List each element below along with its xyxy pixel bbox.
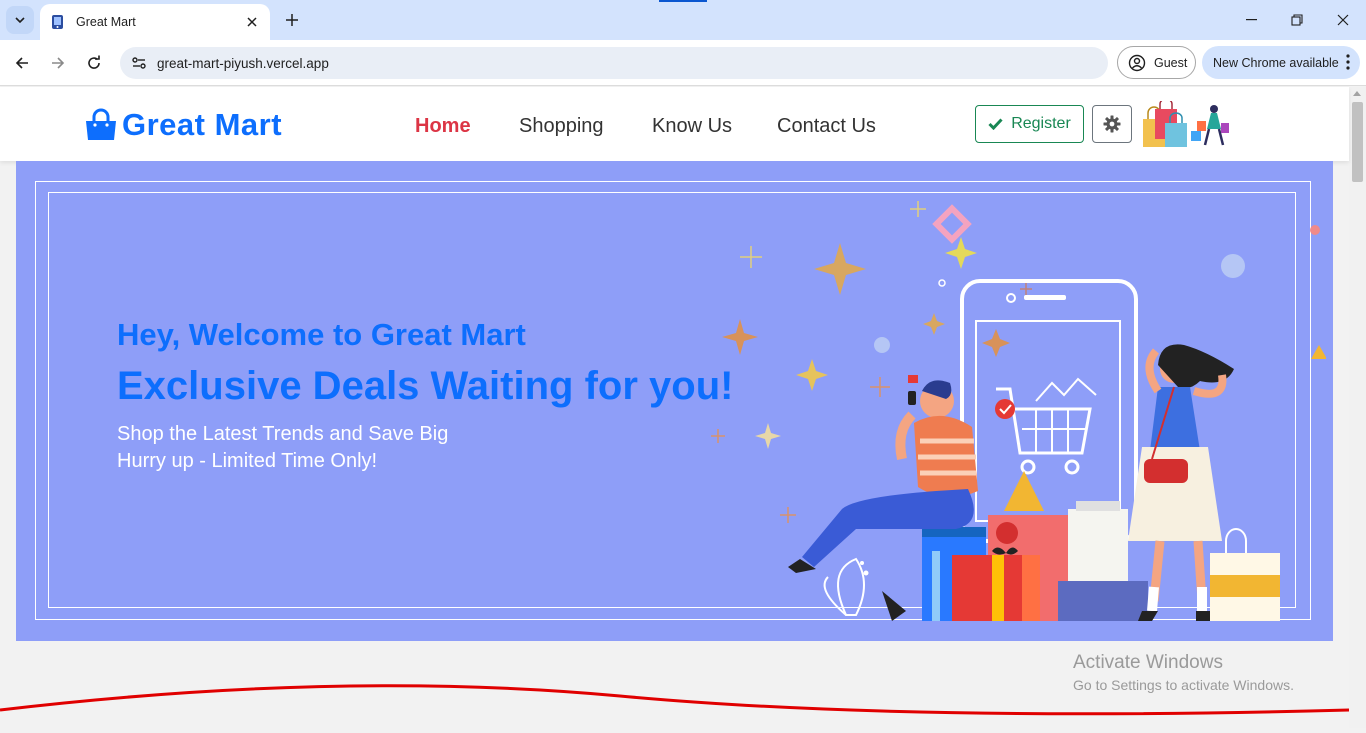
scroll-up-arrow[interactable] xyxy=(1353,91,1361,96)
back-icon xyxy=(14,55,30,71)
browser-toolbar: great-mart-piyush.vercel.app Guest New C… xyxy=(0,40,1366,86)
browser-tab-strip: Great Mart xyxy=(0,0,1366,40)
restore-icon xyxy=(1291,14,1303,26)
brand-logo[interactable]: Great Mart xyxy=(84,107,282,143)
nav-contact-us[interactable]: Contact Us xyxy=(777,115,876,138)
decorative-wave xyxy=(0,670,1350,733)
chevron-down-icon xyxy=(14,14,26,26)
window-close-button[interactable] xyxy=(1320,0,1366,40)
forward-icon xyxy=(50,55,66,71)
shopping-bag-icon xyxy=(84,108,118,142)
settings-button[interactable] xyxy=(1092,105,1132,143)
site-info-icon[interactable] xyxy=(130,54,148,72)
favicon-icon xyxy=(50,14,66,30)
gear-icon xyxy=(1103,115,1121,133)
kebab-icon[interactable] xyxy=(1346,54,1350,70)
tab-title: Great Mart xyxy=(76,15,136,29)
chrome-update-button[interactable]: New Chrome available xyxy=(1202,46,1360,79)
page-scrollbar[interactable] xyxy=(1349,87,1366,728)
reload-icon xyxy=(86,55,102,71)
back-button[interactable] xyxy=(8,49,36,77)
brand-name: Great Mart xyxy=(122,107,283,142)
hero-subtext: Shop the Latest Trends and Save Big Hurr… xyxy=(117,421,448,475)
register-label: Register xyxy=(1011,115,1071,132)
url-text: great-mart-piyush.vercel.app xyxy=(157,55,329,71)
hero-illustration xyxy=(706,191,1327,626)
register-button[interactable]: Register xyxy=(975,105,1084,143)
minimize-button[interactable] xyxy=(1228,0,1274,40)
profile-button[interactable]: Guest xyxy=(1117,46,1196,79)
reload-button[interactable] xyxy=(80,49,108,77)
check-icon xyxy=(988,118,1003,130)
address-bar[interactable]: great-mart-piyush.vercel.app xyxy=(120,47,1108,79)
tab-strip-accent xyxy=(659,0,707,2)
scroll-thumb[interactable] xyxy=(1352,102,1363,182)
close-icon[interactable] xyxy=(244,14,260,30)
restore-button[interactable] xyxy=(1274,0,1320,40)
nav-know-us[interactable]: Know Us xyxy=(652,115,732,138)
hero-headline: Exclusive Deals Waiting for you! xyxy=(117,364,734,408)
profile-label: Guest xyxy=(1154,55,1188,70)
hero-banner: Hey, Welcome to Great Mart Exclusive Dea… xyxy=(16,161,1333,641)
shopping-bags-logo xyxy=(1141,98,1231,154)
hero-line-1: Shop the Latest Trends and Save Big xyxy=(117,423,449,445)
profile-icon xyxy=(1128,54,1146,72)
browser-tab[interactable]: Great Mart xyxy=(40,4,270,40)
tab-search-button[interactable] xyxy=(6,6,34,34)
hero-greeting: Hey, Welcome to Great Mart xyxy=(117,317,526,352)
forward-button[interactable] xyxy=(44,49,72,77)
hero-line-2: Hurry up - Limited Time Only! xyxy=(117,450,378,472)
update-label: New Chrome available xyxy=(1213,55,1339,70)
nav-shopping[interactable]: Shopping xyxy=(519,115,604,138)
nav-home[interactable]: Home xyxy=(415,115,471,138)
minimize-icon xyxy=(1245,19,1257,21)
window-close-icon xyxy=(1337,14,1349,26)
plus-icon xyxy=(286,14,298,26)
new-tab-button[interactable] xyxy=(281,9,303,31)
site-navbar: Great Mart Home Shopping Know Us Contact… xyxy=(0,87,1349,161)
